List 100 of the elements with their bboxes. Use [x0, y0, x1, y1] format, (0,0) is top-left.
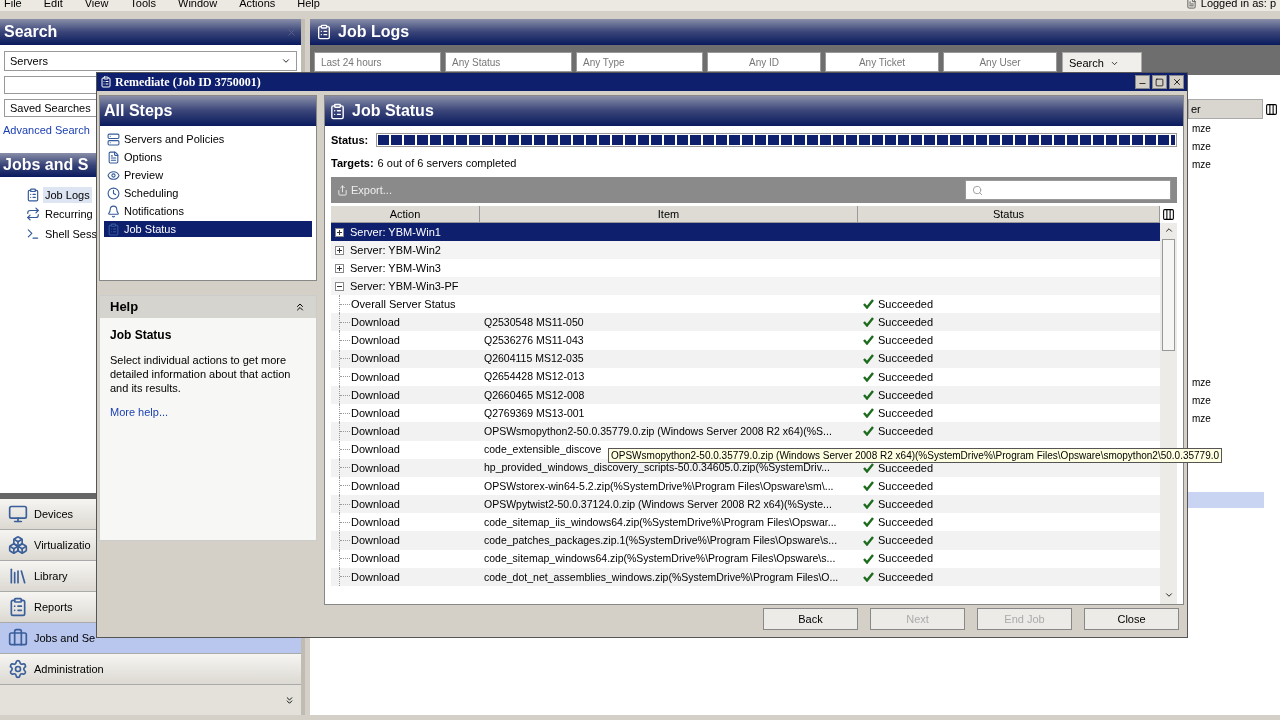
filter-dropdown[interactable]: Any Type — [576, 52, 703, 72]
column-header[interactable]: er — [1188, 99, 1263, 119]
filter-dropdown[interactable]: Any User — [943, 52, 1057, 72]
scroll-thumb[interactable] — [1162, 239, 1175, 351]
clipboard-icon — [100, 76, 112, 88]
check-icon — [863, 535, 874, 546]
filter-dropdown[interactable]: Any ID — [707, 52, 821, 72]
panel-title: All Steps — [104, 101, 173, 121]
scope-dropdown[interactable]: Servers — [4, 51, 297, 71]
table-cell-text: Succeeded — [878, 533, 934, 549]
minimize-button[interactable] — [1135, 75, 1150, 89]
filter-dropdown[interactable]: Any Status — [445, 52, 572, 72]
help-topic: Job Status — [110, 327, 173, 344]
table-cell: OPSWsmopython2-50.0.35779.0.zip (Windows Server 2008 R2 x64)(%S... — [484, 425, 832, 438]
table-cell-text: mze — [1191, 375, 1212, 390]
tree-item[interactable]: Recurring — [43, 206, 95, 223]
clipboard-icon — [26, 187, 40, 202]
column-header[interactable]: Status — [858, 206, 1160, 223]
terminal-icon — [26, 226, 40, 241]
check-icon — [863, 426, 874, 437]
filter-dropdown[interactable]: Last 24 hours — [314, 52, 441, 72]
more-help-link[interactable]: More help... — [110, 404, 306, 421]
step-item[interactable]: Preview — [104, 167, 312, 183]
nav-button[interactable]: Administration — [0, 654, 301, 685]
check-icon — [863, 299, 874, 310]
collapse-icon[interactable] — [335, 281, 344, 291]
maximize-icon — [1155, 77, 1164, 87]
expand-icon[interactable] — [335, 227, 344, 237]
login-text: Logged in as: p — [1200, 0, 1276, 11]
filter-field[interactable] — [965, 180, 1171, 200]
table-cell: code_sitemap_windows64.zip(%SystemDrive%\Program Files\Opsware\s... — [484, 552, 836, 565]
scroll-up-icon[interactable] — [1163, 225, 1174, 235]
menu-item[interactable]: File — [4, 0, 22, 12]
column-header[interactable]: Item — [480, 206, 858, 223]
step-item[interactable]: Job Status — [104, 221, 312, 237]
table-cell-text: Succeeded — [878, 369, 934, 385]
table-cell: code_patches_packages.zip.1(%SystemDrive%\Program Files\Opsware\s... — [484, 534, 838, 547]
table-cell-text: Download — [351, 424, 400, 440]
table-cell-text: Download — [351, 569, 400, 585]
more-icon[interactable] — [284, 694, 295, 706]
server-row[interactable]: Server: YBM-Win3-PF — [331, 277, 1160, 295]
tree-item[interactable]: Job Logs — [43, 186, 92, 203]
step-item[interactable]: Options — [104, 149, 312, 165]
check-icon — [863, 371, 874, 382]
table-cell: Q2530548 MS11-050 — [484, 315, 584, 328]
check-icon — [863, 390, 874, 401]
expand-icon[interactable] — [335, 263, 344, 273]
table-cell-text: Succeeded — [878, 496, 934, 512]
step-item[interactable]: Servers and Policies — [104, 131, 312, 147]
columns-icon[interactable] — [1162, 208, 1175, 221]
table-cell-text: mze — [1191, 121, 1212, 136]
table-cell-text: Succeeded — [878, 569, 934, 585]
server-row[interactable]: Server: YBM-Win2 — [331, 241, 1160, 259]
scroll-down-icon[interactable] — [1163, 590, 1174, 600]
check-icon — [863, 553, 874, 564]
note-icon — [1185, 0, 1197, 9]
table-cell-text: Download — [351, 496, 400, 512]
gear-icon — [8, 659, 28, 679]
advanced-search-link[interactable]: Advanced Search — [3, 122, 90, 139]
dialog-button[interactable]: Back — [763, 608, 858, 630]
eye-icon — [107, 168, 120, 182]
books-icon — [8, 566, 28, 586]
panel-title: Job Status — [352, 101, 434, 121]
maximize-button[interactable] — [1152, 75, 1167, 89]
table-cell: OPSWpytwist2-50.0.37124.0.zip (Windows Server 2008 R2 x64)(%Syste... — [484, 497, 832, 510]
table-cell-text: Download — [351, 551, 400, 567]
menu-item[interactable]: Help — [297, 0, 320, 12]
step-item[interactable]: Notifications — [104, 203, 312, 219]
menu-item[interactable]: View — [84, 0, 109, 12]
table-cell: code_sitemap_iis_windows64.zip(%SystemDrive%\Program Files\Opswar... — [484, 515, 837, 528]
briefcase-icon — [8, 628, 28, 648]
column-header[interactable]: Action — [331, 206, 480, 223]
server-row[interactable]: Server: YBM-Win1 — [331, 223, 1160, 241]
table-cell: code_extensible_discove — [484, 443, 602, 456]
tree-item[interactable]: Shell Sess — [43, 225, 99, 242]
menu-item[interactable]: Actions — [239, 0, 276, 12]
step-item[interactable]: Scheduling — [104, 185, 312, 201]
check-icon — [863, 571, 874, 582]
check-icon — [863, 335, 874, 346]
clipboard-icon — [316, 24, 332, 40]
columns-icon[interactable] — [1265, 102, 1278, 116]
table-cell-text: Download — [351, 533, 400, 549]
filter-dropdown[interactable]: Any Ticket — [825, 52, 939, 72]
table-cell-text: Download — [351, 442, 400, 458]
clock-icon — [107, 186, 120, 200]
collapse-icon[interactable] — [294, 301, 306, 313]
table-cell-text: Download — [351, 387, 400, 403]
menu-item[interactable]: Window — [178, 0, 218, 12]
targets-text: 6 out of 6 servers completed — [377, 155, 517, 171]
menu-item[interactable]: Edit — [43, 0, 63, 12]
table-cell-text: Download — [351, 333, 400, 349]
clipboard-icon — [329, 102, 346, 120]
menu-item[interactable]: Tools — [130, 0, 157, 12]
search-button[interactable]: Search — [1062, 52, 1142, 74]
table-cell-text: Download — [351, 515, 400, 531]
expand-icon[interactable] — [335, 245, 344, 255]
table-cell: Q2536276 MS11-043 — [484, 334, 584, 347]
close-button[interactable] — [1169, 75, 1184, 89]
dialog-button[interactable]: Close — [1084, 608, 1179, 630]
table-cell-text: Succeeded — [878, 478, 934, 494]
